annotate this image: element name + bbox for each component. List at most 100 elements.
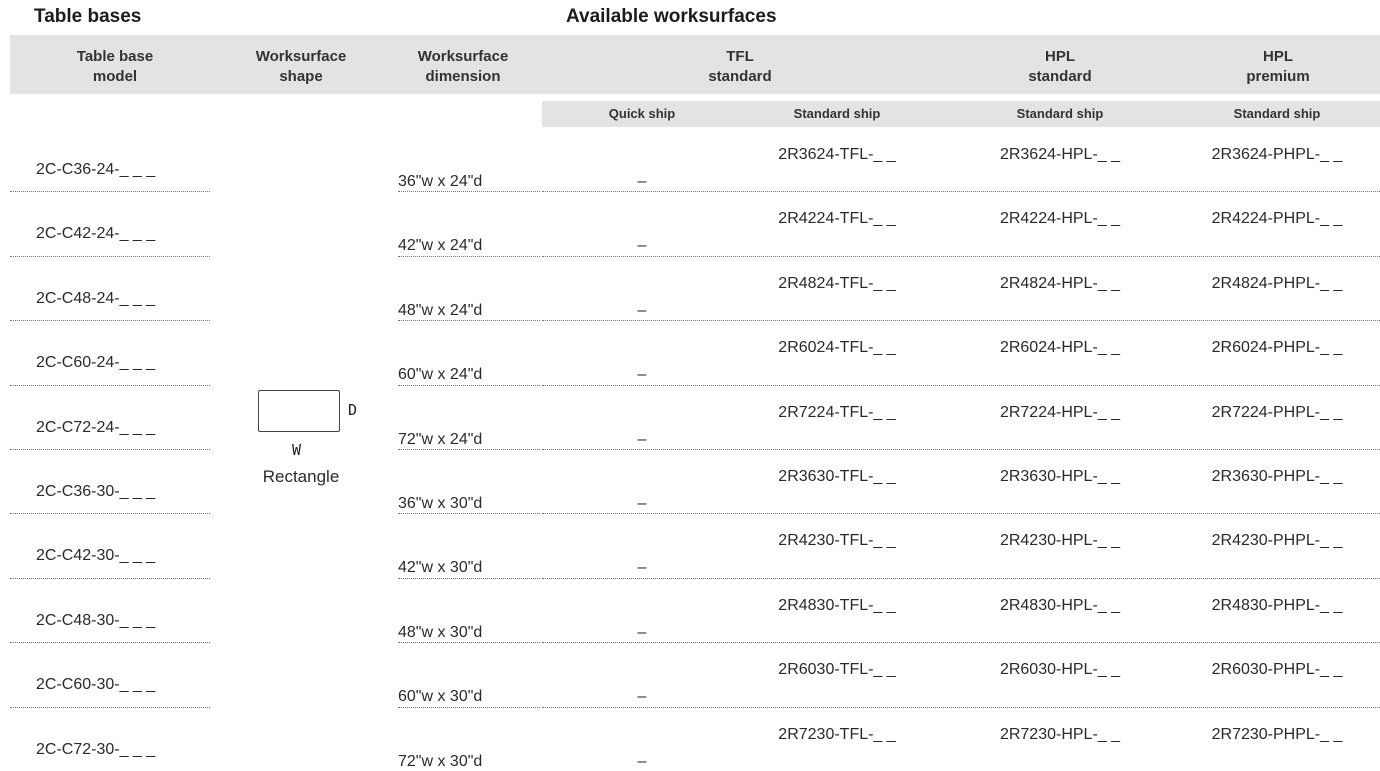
- subheader-tfl-standard-ship: Standard ship: [793, 106, 881, 121]
- header-phpl: HPL premium: [1178, 47, 1378, 87]
- available-worksurfaces-title: Available worksurfaces: [566, 6, 777, 27]
- tfl-part-cell: 2R4824-TFL-_ _: [778, 275, 896, 292]
- phpl-part-cell: 2R3624-PHPL-_ _: [1211, 146, 1343, 163]
- tfl-part-cell: 2R6030-TFL-_ _: [778, 661, 896, 678]
- model-cell: 2C-C72-24-_ _ _: [36, 419, 156, 436]
- model-cell: 2C-C42-24-_ _ _: [36, 225, 156, 242]
- quick-ship-cell: –: [637, 237, 647, 254]
- phpl-part-cell: 2R4224-PHPL-_ _: [1211, 210, 1343, 227]
- row-separator: [10, 191, 210, 192]
- shape-name: Rectangle: [262, 467, 340, 486]
- row-separator: [10, 707, 210, 708]
- row-separator: [542, 385, 1380, 386]
- row-separator: [10, 256, 210, 257]
- model-cell: 2C-C60-30-_ _ _: [36, 676, 156, 693]
- phpl-part-cell: 2R4824-PHPL-_ _: [1211, 275, 1343, 292]
- hpl-part-cell: 2R6030-HPL-_ _: [999, 661, 1121, 678]
- model-cell: 2C-C60-24-_ _ _: [36, 354, 156, 371]
- model-cell: 2C-C36-24-_ _ _: [36, 161, 156, 178]
- header-model-line2: model: [92, 68, 138, 85]
- header-dimension-line2: dimension: [425, 68, 501, 85]
- hpl-part-cell: 2R4230-HPL-_ _: [999, 532, 1121, 549]
- hpl-part-cell: 2R6024-HPL-_ _: [999, 339, 1121, 356]
- quick-ship-cell: –: [637, 688, 647, 705]
- phpl-part-cell: 2R7230-PHPL-_ _: [1211, 726, 1343, 743]
- quick-ship-cell: –: [637, 624, 647, 641]
- dimension-cell: 60"w x 30"d: [398, 688, 483, 705]
- phpl-part-cell: 2R3630-PHPL-_ _: [1211, 468, 1343, 485]
- depth-label: D: [348, 401, 358, 419]
- quick-ship-cell: –: [637, 173, 647, 190]
- model-cell: 2C-C42-30-_ _ _: [36, 547, 156, 564]
- dimension-cell: 48"w x 30"d: [398, 624, 483, 641]
- quick-ship-cell: –: [637, 495, 647, 512]
- row-separator: [398, 385, 540, 386]
- hpl-part-cell: 2R4824-HPL-_ _: [999, 275, 1121, 292]
- row-separator: [10, 449, 210, 450]
- row-separator: [398, 578, 540, 579]
- subheader-quick-ship: Quick ship: [608, 106, 676, 121]
- rectangle-shape-icon: [258, 390, 340, 432]
- model-cell: 2C-C72-30-_ _ _: [36, 741, 156, 758]
- header-tfl: TFL standard: [640, 47, 840, 87]
- tfl-part-cell: 2R4830-TFL-_ _: [778, 597, 896, 614]
- header-dimension: Worksurface dimension: [388, 47, 538, 87]
- header-model-line1: Table base: [76, 48, 154, 65]
- hpl-part-cell: 2R4830-HPL-_ _: [999, 597, 1121, 614]
- table-bases-title: Table bases: [34, 6, 142, 27]
- dimension-cell: 60"w x 24"d: [398, 366, 483, 383]
- row-separator: [398, 513, 540, 514]
- row-separator: [10, 642, 210, 643]
- hpl-part-cell: 2R3630-HPL-_ _: [999, 468, 1121, 485]
- dimension-cell: 42"w x 30"d: [398, 559, 483, 576]
- row-separator: [542, 256, 1380, 257]
- model-cell: 2C-C48-30-_ _ _: [36, 612, 156, 629]
- tfl-part-cell: 2R7230-TFL-_ _: [778, 726, 896, 743]
- header-shape-line1: Worksurface: [255, 48, 347, 65]
- dimension-cell: 36"w x 30"d: [398, 495, 483, 512]
- dimension-cell: 42"w x 24"d: [398, 237, 483, 254]
- phpl-part-cell: 2R4830-PHPL-_ _: [1211, 597, 1343, 614]
- hpl-part-cell: 2R4224-HPL-_ _: [999, 210, 1121, 227]
- header-dimension-line1: Worksurface: [417, 48, 509, 65]
- quick-ship-cell: –: [637, 302, 647, 319]
- row-separator: [10, 513, 210, 514]
- header-shape: Worksurface shape: [226, 47, 376, 87]
- tfl-part-cell: 2R3624-TFL-_ _: [778, 146, 896, 163]
- row-separator: [542, 642, 1380, 643]
- row-separator: [10, 320, 210, 321]
- row-separator: [542, 513, 1380, 514]
- header-hpl-line1: HPL: [1045, 48, 1075, 65]
- header-hpl-line2: standard: [1028, 68, 1092, 85]
- width-label: W: [292, 441, 302, 459]
- row-separator: [542, 449, 1380, 450]
- tfl-part-cell: 2R7224-TFL-_ _: [778, 404, 896, 421]
- quick-ship-cell: –: [637, 431, 647, 448]
- row-separator: [398, 449, 540, 450]
- row-separator: [398, 320, 540, 321]
- header-phpl-line2: premium: [1246, 68, 1310, 85]
- header-model: Table base model: [40, 47, 190, 87]
- row-separator: [398, 642, 540, 643]
- phpl-part-cell: 2R6030-PHPL-_ _: [1211, 661, 1343, 678]
- row-separator: [542, 578, 1380, 579]
- subheader-hpl-standard-ship: Standard ship: [1016, 106, 1104, 121]
- row-separator: [542, 707, 1380, 708]
- phpl-part-cell: 2R4230-PHPL-_ _: [1211, 532, 1343, 549]
- tfl-part-cell: 2R4230-TFL-_ _: [778, 532, 896, 549]
- phpl-part-cell: 2R6024-PHPL-_ _: [1211, 339, 1343, 356]
- header-tfl-line1: TFL: [726, 48, 754, 65]
- hpl-part-cell: 2R3624-HPL-_ _: [999, 146, 1121, 163]
- dimension-cell: 48"w x 24"d: [398, 302, 483, 319]
- row-separator: [542, 320, 1380, 321]
- header-hpl: HPL standard: [960, 47, 1160, 87]
- row-separator: [542, 191, 1380, 192]
- tfl-part-cell: 2R4224-TFL-_ _: [778, 210, 896, 227]
- phpl-part-cell: 2R7224-PHPL-_ _: [1211, 404, 1343, 421]
- row-separator: [10, 578, 210, 579]
- header-shape-line2: shape: [279, 68, 323, 85]
- subheader-phpl-standard-ship: Standard ship: [1233, 106, 1321, 121]
- header-tfl-line2: standard: [708, 68, 772, 85]
- header-phpl-line1: HPL: [1263, 48, 1293, 65]
- tfl-part-cell: 2R3630-TFL-_ _: [778, 468, 896, 485]
